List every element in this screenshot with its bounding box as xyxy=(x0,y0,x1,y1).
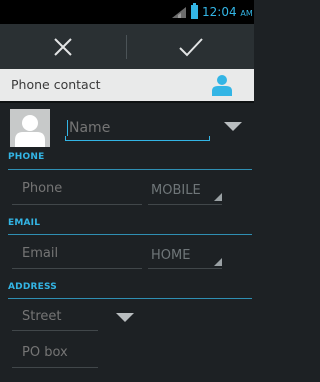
person-icon xyxy=(212,75,232,96)
address-section-divider xyxy=(8,298,252,299)
expand-name-fields-icon[interactable] xyxy=(224,122,242,132)
email-type-underline xyxy=(148,268,222,269)
email-field[interactable] xyxy=(22,246,132,268)
account-selector[interactable]: Phone contact xyxy=(0,69,254,101)
status-time: 12:04 AM xyxy=(202,5,253,19)
phone-section-label: PHONE xyxy=(8,152,45,162)
street-field[interactable] xyxy=(22,309,102,331)
phone-section-divider xyxy=(8,169,252,170)
email-section-divider xyxy=(8,234,252,235)
phone-input-underline xyxy=(12,204,142,205)
street-input[interactable] xyxy=(22,309,102,324)
email-section-label: EMAIL xyxy=(8,218,41,228)
text-cursor xyxy=(67,120,68,136)
email-input[interactable] xyxy=(22,246,132,261)
status-time-ampm: AM xyxy=(240,9,253,18)
pobox-field[interactable] xyxy=(22,345,102,367)
email-type-selector[interactable]: HOME xyxy=(151,248,190,263)
status-bar: 12:04 AM xyxy=(0,0,254,24)
account-label: Phone contact xyxy=(11,77,101,92)
phone-type-dropdown-icon xyxy=(214,193,222,201)
pobox-input-underline xyxy=(12,367,98,368)
cancel-button[interactable] xyxy=(0,24,126,69)
action-bar-divider xyxy=(126,35,127,59)
action-bar xyxy=(0,24,254,69)
battery-icon xyxy=(191,3,198,19)
name-input[interactable] xyxy=(63,118,209,138)
name-input-underline xyxy=(65,136,210,141)
pobox-input[interactable] xyxy=(22,345,102,360)
status-time-value: 12:04 xyxy=(202,5,237,19)
phone-input[interactable] xyxy=(22,181,132,196)
email-input-underline xyxy=(12,268,142,269)
done-button[interactable] xyxy=(128,24,254,69)
contact-photo-button[interactable] xyxy=(10,109,50,147)
email-type-dropdown-icon xyxy=(214,258,222,266)
close-icon xyxy=(54,37,72,56)
phone-type-underline xyxy=(148,204,222,205)
phone-field[interactable] xyxy=(22,181,132,203)
check-icon xyxy=(179,37,203,56)
contact-photo-placeholder-icon xyxy=(15,115,45,147)
phone-type-selector[interactable]: MOBILE xyxy=(151,183,201,198)
account-divider xyxy=(0,101,254,103)
street-input-underline xyxy=(12,330,98,331)
expand-address-fields-icon[interactable] xyxy=(116,313,134,323)
signal-icon xyxy=(172,7,186,18)
address-section-label: ADDRESS xyxy=(8,282,57,292)
